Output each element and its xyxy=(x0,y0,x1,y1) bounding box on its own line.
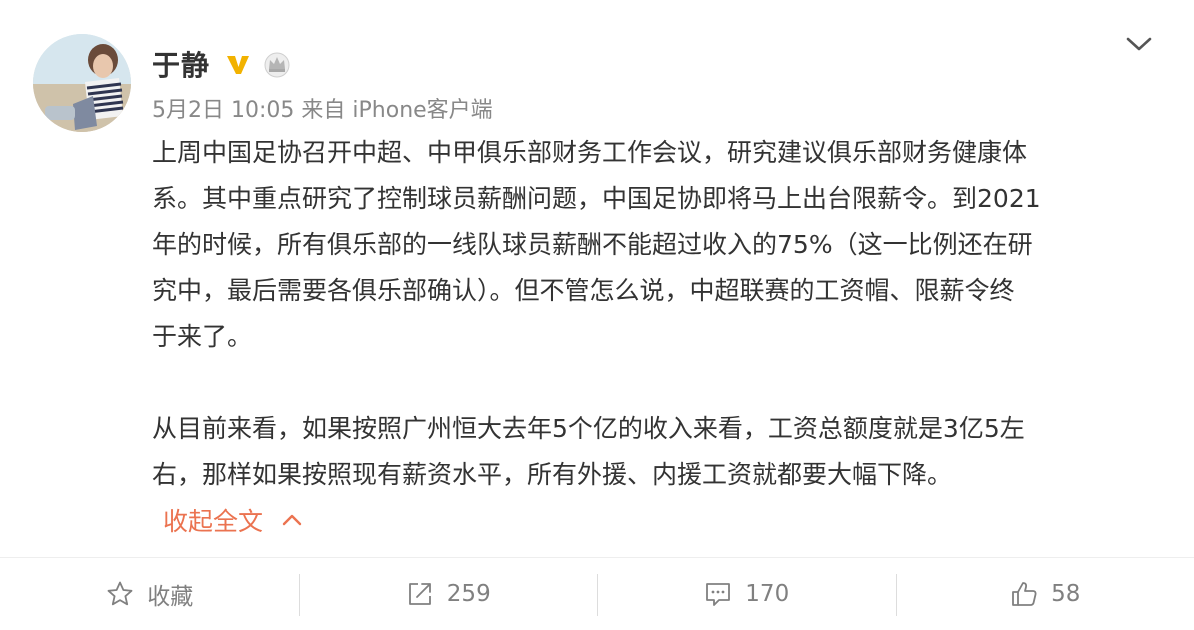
post-meta: 5月2日 10:05 来自 iPhone客户端 xyxy=(152,92,493,124)
avatar[interactable] xyxy=(33,34,131,132)
star-icon xyxy=(107,581,133,606)
source-prefix: 来自 xyxy=(301,98,346,123)
crown-icon[interactable] xyxy=(262,49,292,79)
collapse-button[interactable]: 收起全文 xyxy=(163,498,303,542)
like-button[interactable]: 58 xyxy=(895,558,1194,630)
post-content: 上周中国足协召开中超、中甲俱乐部财务工作会议，研究建议俱乐部财务健康体 系。其中… xyxy=(152,130,1142,498)
post-date[interactable]: 5月2日 xyxy=(152,98,224,123)
post-paragraph: 上周中国足协召开中超、中甲俱乐部财务工作会议，研究建议俱乐部财务健康体 系。其中… xyxy=(152,138,1041,351)
like-count: 58 xyxy=(1051,581,1081,607)
favorite-label: 收藏 xyxy=(147,584,194,610)
comment-count: 170 xyxy=(745,581,790,607)
verified-icon xyxy=(224,50,252,78)
author-row: 于静 xyxy=(152,44,292,84)
chevron-up-icon xyxy=(282,514,302,526)
post-time[interactable]: 10:05 xyxy=(231,98,294,123)
chevron-down-icon[interactable] xyxy=(1122,30,1156,58)
post-paragraph: 从目前来看，如果按照广州恒大去年5个亿的收入来看，工资总额度就是3亿5左 右，那… xyxy=(152,414,1025,489)
thumbs-up-icon xyxy=(1012,582,1037,606)
action-bar: 收藏 259 170 58 xyxy=(0,558,1194,630)
repost-button[interactable]: 259 xyxy=(298,558,598,630)
favorite-button[interactable]: 收藏 xyxy=(0,558,299,630)
share-icon xyxy=(408,583,431,605)
collapse-label: 收起全文 xyxy=(163,507,264,536)
weibo-post-card: 于静 5月2日 10:05 来自 iPhone客户端 上周中国足协召开中超、中甲俱乐部… xyxy=(0,0,1194,630)
repost-count: 259 xyxy=(446,581,491,607)
comment-icon xyxy=(706,583,731,606)
post-source[interactable]: iPhone客户端 xyxy=(352,98,492,123)
author-name[interactable]: 于静 xyxy=(152,44,210,84)
comment-button[interactable]: 170 xyxy=(597,558,896,630)
